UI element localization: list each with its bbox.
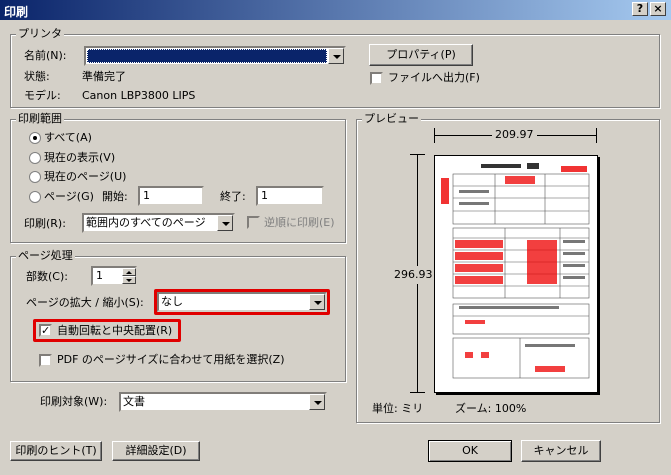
range-pages-radio[interactable] [29, 191, 41, 203]
range-current-view-radio[interactable] [29, 152, 41, 164]
autorotate-label: 自動回転と中央配置(R) [57, 324, 173, 337]
height-tick-bottom [410, 392, 425, 393]
range-all-label: すべて(A) [44, 131, 92, 144]
print-what-label: 印刷対象(W): [40, 395, 108, 408]
start-page-input[interactable]: 1 [138, 186, 204, 206]
print-subset-label: 印刷(R): [24, 217, 66, 230]
print-subset-value: 範囲内のすべてのページ [86, 216, 206, 229]
ok-button[interactable]: OK [428, 440, 512, 462]
page-preview-thumbnail [441, 163, 590, 379]
print-to-file-label: ファイルへ出力(F) [388, 71, 480, 84]
end-label: 終了: [220, 190, 246, 203]
range-current-view-label: 現在の表示(V) [44, 151, 116, 164]
preview-width-value: 209.97 [492, 128, 537, 142]
print-what-value: 文書 [123, 395, 145, 408]
preview-height-value: 296.93 [394, 266, 433, 284]
chevron-down-icon[interactable] [217, 215, 233, 231]
preview-zoom: ズーム: 100% [455, 402, 527, 415]
reverse-order-label: 逆順に印刷(E) [264, 216, 335, 229]
page-scaling-value: なし [161, 295, 183, 308]
page-preview [434, 155, 598, 393]
page-scaling-select[interactable]: なし [157, 292, 327, 312]
range-pages-label: ページ(G) [44, 190, 94, 203]
pdf-page-size-label: PDF のページサイズに合わせて用紙を選択(Z) [57, 353, 285, 366]
advanced-button[interactable]: 詳細設定(D) [112, 441, 200, 461]
printing-tips-button[interactable]: 印刷のヒント(T) [10, 441, 102, 461]
start-label: 開始: [102, 190, 128, 203]
cancel-button[interactable]: キャンセル [521, 440, 601, 462]
chevron-down-icon[interactable] [328, 48, 344, 64]
stepper-down-icon[interactable] [122, 276, 136, 284]
reverse-order-checkbox[interactable] [247, 216, 260, 229]
preview-group-label: プレビュー [362, 112, 421, 125]
page-scaling-label: ページの拡大 / 縮小(S): [26, 296, 144, 309]
end-page-input[interactable]: 1 [256, 186, 324, 206]
chevron-down-icon[interactable] [309, 294, 325, 310]
printer-name-label: 名前(N): [24, 49, 67, 62]
print-to-file-checkbox[interactable] [370, 72, 383, 85]
status-label: 状態: [24, 70, 50, 83]
print-range-group-label: 印刷範囲 [16, 112, 64, 125]
printer-group-label: プリンタ [16, 27, 64, 40]
model-value: Canon LBP3800 LIPS [82, 89, 196, 102]
close-icon[interactable]: × [650, 2, 666, 16]
preview-units: 単位: ミリ [372, 402, 424, 415]
autorotate-checkbox[interactable]: ✓ [39, 324, 52, 337]
status-value: 準備完了 [82, 70, 126, 83]
chevron-down-icon[interactable] [309, 394, 325, 410]
stepper-up-icon[interactable] [122, 268, 136, 276]
printer-name-selection [87, 49, 327, 63]
title-bar: 印刷 ? × [0, 0, 671, 20]
print-subset-select[interactable]: 範囲内のすべてのページ [82, 213, 235, 233]
range-all-radio[interactable] [29, 132, 41, 144]
help-icon[interactable]: ? [632, 2, 648, 16]
pdf-page-size-checkbox[interactable] [39, 354, 52, 367]
copies-stepper[interactable] [122, 268, 136, 284]
print-what-select[interactable]: 文書 [119, 392, 327, 412]
page-handling-group-label: ページ処理 [16, 249, 75, 262]
copies-label: 部数(C): [26, 270, 68, 283]
properties-button[interactable]: プロパティ(P) [369, 44, 473, 66]
width-tick-right [596, 128, 597, 143]
range-current-page-label: 現在のページ(U) [44, 170, 127, 183]
range-current-page-radio[interactable] [29, 171, 41, 183]
model-label: モデル: [24, 89, 61, 102]
window-title: 印刷 [4, 5, 29, 19]
printer-name-select[interactable] [84, 46, 346, 66]
